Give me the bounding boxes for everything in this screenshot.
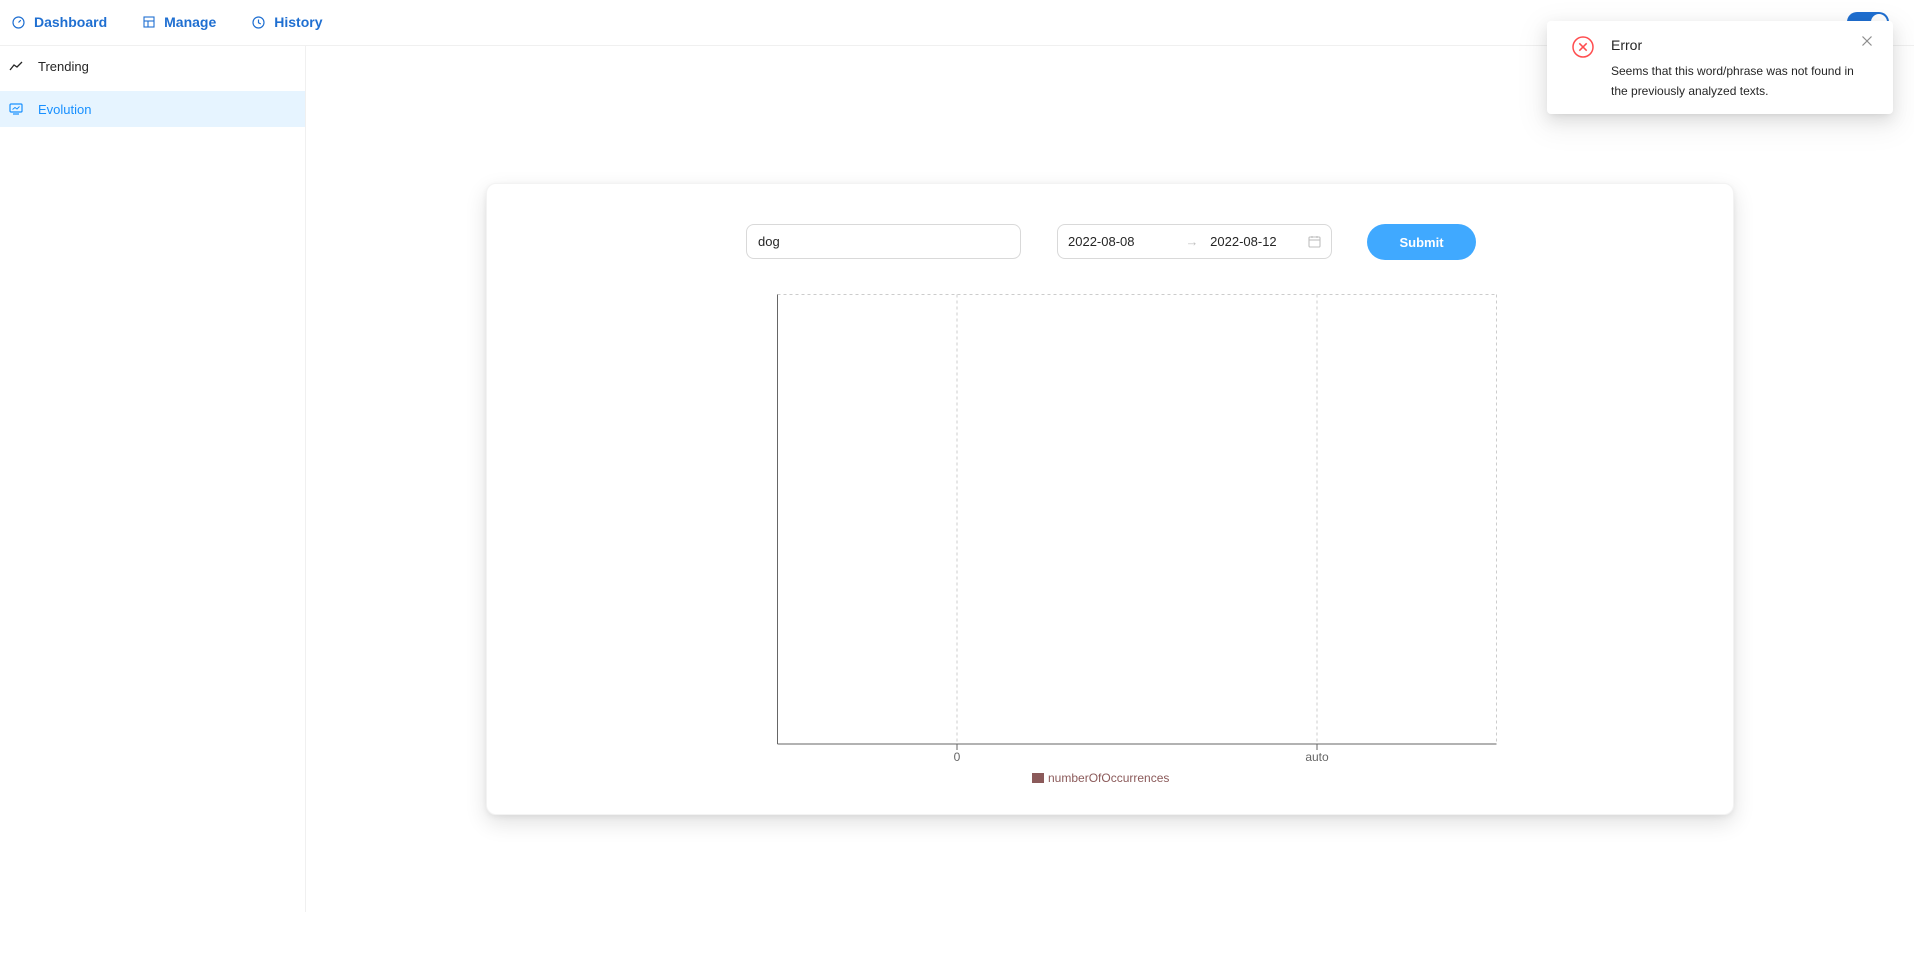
chart-svg: 0 auto numberOfOccurrences: [777, 294, 1497, 785]
nav-label-history: History: [274, 14, 323, 30]
submit-button[interactable]: Submit: [1367, 224, 1476, 260]
error-notification: Error Seems that this word/phrase was no…: [1547, 21, 1893, 114]
monitor-icon: [8, 103, 24, 115]
legend-swatch: [1032, 773, 1044, 783]
notification-message: Seems that this word/phrase was not foun…: [1611, 64, 1854, 98]
sidebar-item-trending[interactable]: Trending: [0, 48, 305, 84]
main-nav: Dashboard Manage History: [12, 0, 358, 44]
start-date[interactable]: 2022-08-08: [1068, 234, 1166, 249]
word-input[interactable]: [746, 224, 1021, 259]
calendar-icon: [1308, 235, 1321, 248]
end-date[interactable]: 2022-08-12: [1210, 234, 1308, 249]
nav-item-dashboard[interactable]: Dashboard: [12, 14, 107, 30]
dashboard-icon: [12, 15, 25, 29]
evolution-chart: 0 auto numberOfOccurrences: [777, 294, 1497, 794]
sidebar-label-trending: Trending: [38, 58, 89, 74]
notification-title: Error: [1611, 37, 1643, 53]
trend-line-icon: [8, 61, 24, 71]
x-tick-label: auto: [1305, 750, 1329, 764]
manage-icon: [143, 16, 155, 28]
nav-label-manage: Manage: [164, 14, 217, 30]
nav-item-manage[interactable]: Manage: [143, 14, 216, 30]
range-arrow-icon: →: [1185, 234, 1199, 249]
sidebar-item-evolution[interactable]: Evolution: [0, 91, 305, 127]
legend-label: numberOfOccurrences: [1048, 771, 1169, 785]
nav-item-history[interactable]: History: [252, 14, 322, 30]
nav-label-dashboard: Dashboard: [34, 14, 108, 30]
x-tick-label: 0: [954, 750, 961, 764]
error-circle-icon: [1571, 35, 1595, 59]
date-range-picker[interactable]: 2022-08-08 → 2022-08-12: [1057, 224, 1332, 259]
sidebar: Trending Evolution: [0, 46, 306, 912]
sidebar-label-evolution: Evolution: [38, 101, 92, 117]
clock-icon: [252, 15, 265, 29]
evolution-card: 2022-08-08 → 2022-08-12 Submit 0 auto numb…: [486, 183, 1734, 815]
close-icon[interactable]: [1861, 35, 1873, 47]
